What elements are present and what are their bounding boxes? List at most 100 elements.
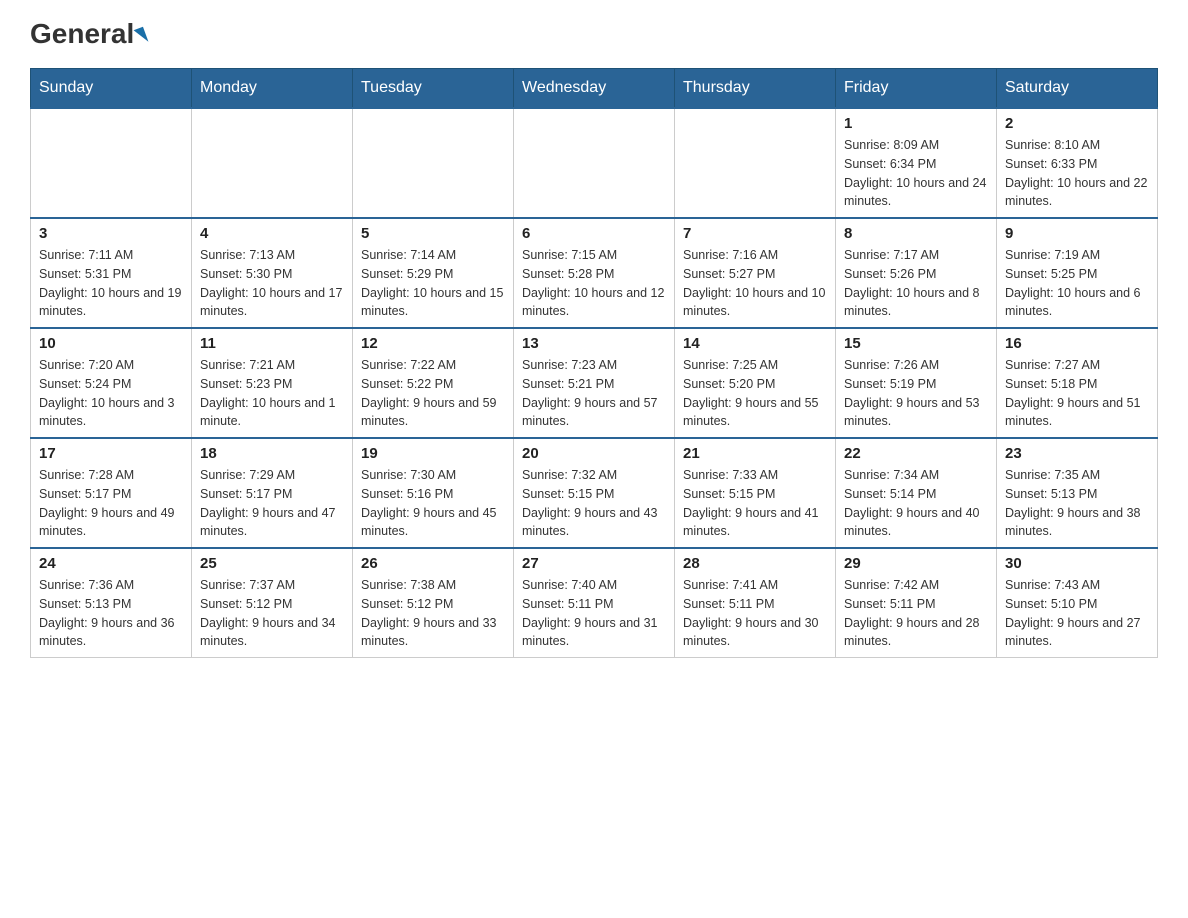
day-number: 9: [1005, 225, 1149, 242]
day-info: Sunrise: 7:22 AMSunset: 5:22 PMDaylight:…: [361, 356, 505, 431]
calendar-cell: [353, 108, 514, 218]
calendar-cell: 23Sunrise: 7:35 AMSunset: 5:13 PMDayligh…: [997, 438, 1158, 548]
day-info: Sunrise: 7:37 AMSunset: 5:12 PMDaylight:…: [200, 576, 344, 651]
day-info: Sunrise: 7:17 AMSunset: 5:26 PMDaylight:…: [844, 246, 988, 321]
calendar-cell: 18 Sunrise: 7:29 AMSunset: 5:17 PMDayligh…: [192, 438, 353, 548]
calendar-cell: 19Sunrise: 7:30 AMSunset: 5:16 PMDayligh…: [353, 438, 514, 548]
calendar-cell: 30 Sunrise: 7:43 AMSunset: 5:10 PMDayligh…: [997, 548, 1158, 658]
calendar-cell: 2 Sunrise: 8:10 AMSunset: 6:33 PMDaylight…: [997, 108, 1158, 218]
calendar-cell: [31, 108, 192, 218]
calendar-cell: 13 Sunrise: 7:23 AMSunset: 5:21 PMDayligh…: [514, 328, 675, 438]
calendar-cell: 22Sunrise: 7:34 AMSunset: 5:14 PMDayligh…: [836, 438, 997, 548]
day-number: 2: [1005, 115, 1149, 132]
calendar-cell: 24 Sunrise: 7:36 AMSunset: 5:13 PMDayligh…: [31, 548, 192, 658]
day-number: 6: [522, 225, 666, 242]
calendar-cell: [192, 108, 353, 218]
calendar-cell: 28 Sunrise: 7:41 AMSunset: 5:11 PMDayligh…: [675, 548, 836, 658]
calendar-cell: 14 Sunrise: 7:25 AMSunset: 5:20 PMDayligh…: [675, 328, 836, 438]
day-number: 8: [844, 225, 988, 242]
day-info: Sunrise: 7:19 AMSunset: 5:25 PMDaylight:…: [1005, 246, 1149, 321]
day-info: Sunrise: 7:34 AMSunset: 5:14 PMDaylight:…: [844, 466, 988, 541]
day-info: Sunrise: 7:42 AMSunset: 5:11 PMDaylight:…: [844, 576, 988, 651]
calendar-cell: 7 Sunrise: 7:16 AMSunset: 5:27 PMDaylight…: [675, 218, 836, 328]
day-info: Sunrise: 7:13 AMSunset: 5:30 PMDaylight:…: [200, 246, 344, 321]
day-number: 14: [683, 335, 827, 352]
day-info: Sunrise: 7:43 AMSunset: 5:10 PMDaylight:…: [1005, 576, 1149, 651]
day-info: Sunrise: 8:10 AMSunset: 6:33 PMDaylight:…: [1005, 136, 1149, 211]
day-number: 5: [361, 225, 505, 242]
calendar-cell: 29 Sunrise: 7:42 AMSunset: 5:11 PMDayligh…: [836, 548, 997, 658]
day-info: Sunrise: 8:09 AMSunset: 6:34 PMDaylight:…: [844, 136, 988, 211]
day-number: 21: [683, 445, 827, 462]
calendar-cell: 20Sunrise: 7:32 AMSunset: 5:15 PMDayligh…: [514, 438, 675, 548]
calendar-week-row: 3 Sunrise: 7:11 AMSunset: 5:31 PMDaylight…: [31, 218, 1158, 328]
calendar-week-row: 1 Sunrise: 8:09 AMSunset: 6:34 PMDaylight…: [31, 108, 1158, 218]
calendar-cell: 17Sunrise: 7:28 AMSunset: 5:17 PMDayligh…: [31, 438, 192, 548]
day-number: 25: [200, 555, 344, 572]
day-number: 1: [844, 115, 988, 132]
day-info: Sunrise: 7:14 AMSunset: 5:29 PMDaylight:…: [361, 246, 505, 321]
day-info: Sunrise: 7:20 AMSunset: 5:24 PMDaylight:…: [39, 356, 183, 431]
day-number: 3: [39, 225, 183, 242]
logo-triangle-icon: [134, 26, 149, 44]
day-info: Sunrise: 7:28 AMSunset: 5:17 PMDaylight:…: [39, 466, 183, 541]
calendar-cell: 1 Sunrise: 8:09 AMSunset: 6:34 PMDaylight…: [836, 108, 997, 218]
day-number: 10: [39, 335, 183, 352]
day-of-week-header: Monday: [192, 69, 353, 109]
day-of-week-header: Wednesday: [514, 69, 675, 109]
day-number: 28: [683, 555, 827, 572]
day-number: 15: [844, 335, 988, 352]
calendar-week-row: 17Sunrise: 7:28 AMSunset: 5:17 PMDayligh…: [31, 438, 1158, 548]
calendar-cell: 8 Sunrise: 7:17 AMSunset: 5:26 PMDaylight…: [836, 218, 997, 328]
calendar-cell: 12 Sunrise: 7:22 AMSunset: 5:22 PMDayligh…: [353, 328, 514, 438]
calendar-cell: 6 Sunrise: 7:15 AMSunset: 5:28 PMDaylight…: [514, 218, 675, 328]
day-number: 18: [200, 445, 344, 462]
calendar-cell: 3 Sunrise: 7:11 AMSunset: 5:31 PMDaylight…: [31, 218, 192, 328]
day-info: Sunrise: 7:36 AMSunset: 5:13 PMDaylight:…: [39, 576, 183, 651]
day-number: 13: [522, 335, 666, 352]
day-info: Sunrise: 7:21 AMSunset: 5:23 PMDaylight:…: [200, 356, 344, 431]
logo-general-text: General: [30, 20, 146, 48]
day-info: Sunrise: 7:25 AMSunset: 5:20 PMDaylight:…: [683, 356, 827, 431]
day-info: Sunrise: 7:29 AMSunset: 5:17 PMDaylight:…: [200, 466, 344, 541]
day-number: 30: [1005, 555, 1149, 572]
calendar-cell: 10 Sunrise: 7:20 AMSunset: 5:24 PMDayligh…: [31, 328, 192, 438]
page-header: General: [30, 20, 1158, 48]
day-info: Sunrise: 7:26 AMSunset: 5:19 PMDaylight:…: [844, 356, 988, 431]
day-info: Sunrise: 7:40 AMSunset: 5:11 PMDaylight:…: [522, 576, 666, 651]
calendar-header-row: SundayMondayTuesdayWednesdayThursdayFrid…: [31, 69, 1158, 109]
day-of-week-header: Tuesday: [353, 69, 514, 109]
day-number: 19: [361, 445, 505, 462]
calendar-cell: 9 Sunrise: 7:19 AMSunset: 5:25 PMDaylight…: [997, 218, 1158, 328]
day-number: 23: [1005, 445, 1149, 462]
day-info: Sunrise: 7:11 AMSunset: 5:31 PMDaylight:…: [39, 246, 183, 321]
calendar-cell: 25 Sunrise: 7:37 AMSunset: 5:12 PMDayligh…: [192, 548, 353, 658]
calendar-week-row: 10 Sunrise: 7:20 AMSunset: 5:24 PMDayligh…: [31, 328, 1158, 438]
day-of-week-header: Thursday: [675, 69, 836, 109]
day-number: 24: [39, 555, 183, 572]
day-info: Sunrise: 7:33 AMSunset: 5:15 PMDaylight:…: [683, 466, 827, 541]
day-number: 7: [683, 225, 827, 242]
day-of-week-header: Friday: [836, 69, 997, 109]
day-number: 12: [361, 335, 505, 352]
calendar-cell: 11Sunrise: 7:21 AMSunset: 5:23 PMDayligh…: [192, 328, 353, 438]
day-number: 16: [1005, 335, 1149, 352]
day-number: 26: [361, 555, 505, 572]
day-info: Sunrise: 7:16 AMSunset: 5:27 PMDaylight:…: [683, 246, 827, 321]
day-of-week-header: Sunday: [31, 69, 192, 109]
calendar-week-row: 24 Sunrise: 7:36 AMSunset: 5:13 PMDayligh…: [31, 548, 1158, 658]
day-info: Sunrise: 7:32 AMSunset: 5:15 PMDaylight:…: [522, 466, 666, 541]
day-info: Sunrise: 7:23 AMSunset: 5:21 PMDaylight:…: [522, 356, 666, 431]
day-info: Sunrise: 7:41 AMSunset: 5:11 PMDaylight:…: [683, 576, 827, 651]
calendar-cell: 21 Sunrise: 7:33 AMSunset: 5:15 PMDayligh…: [675, 438, 836, 548]
calendar-cell: 4 Sunrise: 7:13 AMSunset: 5:30 PMDaylight…: [192, 218, 353, 328]
calendar-cell: [514, 108, 675, 218]
day-number: 4: [200, 225, 344, 242]
day-info: Sunrise: 7:15 AMSunset: 5:28 PMDaylight:…: [522, 246, 666, 321]
day-of-week-header: Saturday: [997, 69, 1158, 109]
calendar-cell: 16 Sunrise: 7:27 AMSunset: 5:18 PMDayligh…: [997, 328, 1158, 438]
calendar-cell: 5 Sunrise: 7:14 AMSunset: 5:29 PMDaylight…: [353, 218, 514, 328]
day-number: 29: [844, 555, 988, 572]
day-info: Sunrise: 7:27 AMSunset: 5:18 PMDaylight:…: [1005, 356, 1149, 431]
calendar-cell: [675, 108, 836, 218]
